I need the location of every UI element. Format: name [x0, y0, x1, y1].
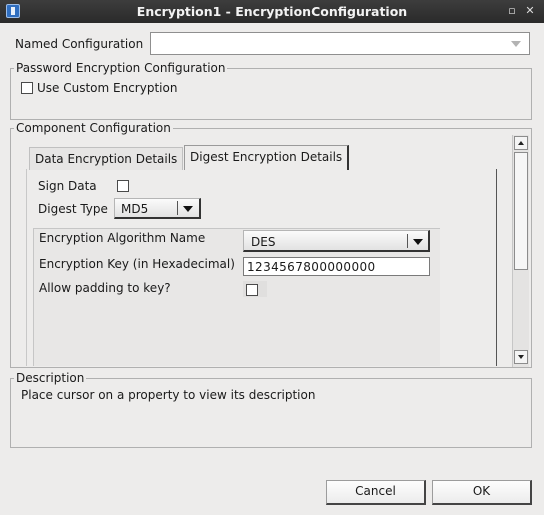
named-configuration-dropdown-button[interactable] — [505, 35, 527, 52]
digest-type-label: Digest Type — [38, 202, 108, 216]
chevron-down-icon — [511, 41, 521, 47]
digest-type-select[interactable]: MD5 — [114, 198, 201, 219]
named-configuration-combo[interactable] — [150, 32, 530, 55]
encryption-algorithm-select[interactable]: DES — [243, 230, 430, 252]
sign-data-checkbox[interactable] — [117, 180, 129, 192]
scroll-thumb[interactable] — [514, 152, 528, 270]
description-text: Place cursor on a property to view its d… — [21, 388, 316, 402]
encryption-key-label: Encryption Key (in Hexadecimal) — [39, 257, 235, 271]
title-bar[interactable]: Encryption1 - EncryptionConfiguration ▫ … — [0, 0, 544, 23]
scroll-up-button[interactable] — [514, 136, 528, 150]
digest-type-value: MD5 — [121, 202, 149, 216]
allow-padding-label: Allow padding to key? — [39, 281, 171, 295]
sign-data-label: Sign Data — [38, 179, 97, 193]
encryption-key-input[interactable]: 1234567800000000 — [243, 257, 430, 276]
cancel-button[interactable]: Cancel — [326, 480, 426, 505]
ok-button[interactable]: OK — [432, 480, 532, 505]
chevron-up-icon — [518, 141, 524, 145]
encryption-algorithm-separator — [407, 234, 408, 248]
close-icon[interactable]: ✕ — [522, 3, 538, 19]
allow-padding-checkbox[interactable] — [246, 284, 258, 296]
tab-digest-encryption-details[interactable]: Digest Encryption Details — [184, 145, 350, 170]
description-group-title: Description — [14, 371, 87, 385]
use-custom-encryption-checkbox[interactable] — [21, 82, 33, 94]
component-configuration-group-title: Component Configuration — [14, 121, 173, 135]
digest-type-separator — [177, 201, 178, 215]
chevron-down-icon — [183, 206, 193, 212]
named-configuration-label: Named Configuration — [15, 37, 144, 51]
scroll-down-button[interactable] — [514, 350, 528, 364]
minimize-icon[interactable]: ▫ — [504, 3, 520, 19]
password-encryption-group-title: Password Encryption Configuration — [14, 61, 228, 75]
vertical-scrollbar[interactable] — [512, 135, 529, 367]
chevron-down-icon — [518, 355, 524, 359]
encryption-key-value: 1234567800000000 — [247, 260, 376, 274]
use-custom-encryption-label: Use Custom Encryption — [37, 81, 178, 95]
encryption-algorithm-label: Encryption Algorithm Name — [39, 231, 206, 245]
chevron-down-icon — [413, 239, 423, 245]
tab-data-encryption-details[interactable]: Data Encryption Details — [29, 147, 184, 170]
encryption-algorithm-value: DES — [251, 235, 276, 249]
window-title: Encryption1 - EncryptionConfiguration — [136, 4, 408, 19]
